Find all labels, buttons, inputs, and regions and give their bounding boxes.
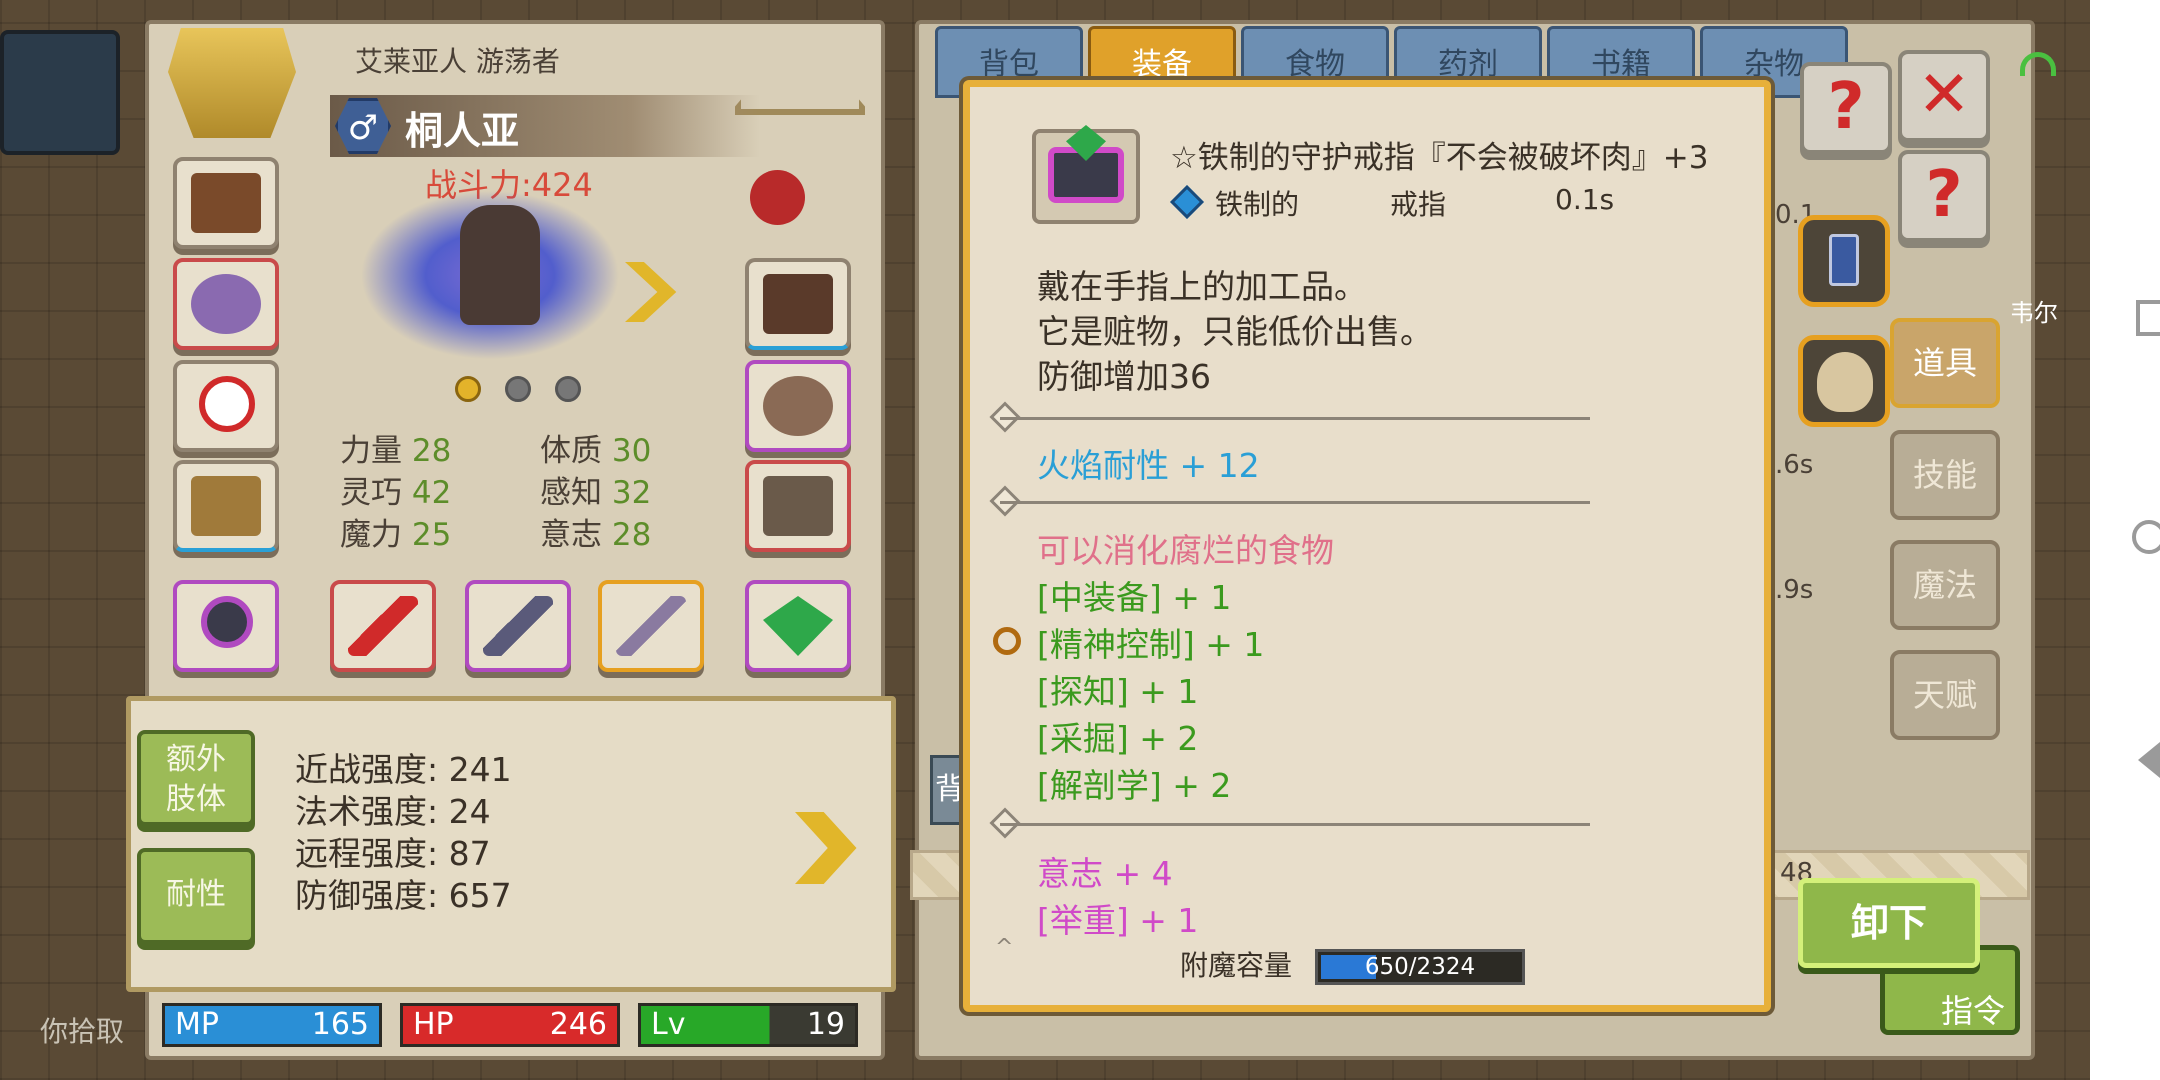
enchant-capacity-value: 650/2324 [1364, 954, 1476, 980]
slot-ring-left[interactable] [173, 580, 279, 672]
tab-magic[interactable]: 魔法 [1890, 540, 2000, 630]
hp-bar: HP 246 [400, 1003, 620, 1047]
slot-body[interactable] [173, 460, 279, 552]
slot-cloak[interactable] [745, 360, 851, 452]
spell-strength: 法术强度: 24 [295, 792, 491, 831]
lv-bar: Lv 19 [638, 1003, 858, 1047]
resistance-button[interactable]: 耐性 [137, 848, 255, 944]
divider [1000, 417, 1590, 420]
description-line-2: 它是赃物，只能低价出售。 [1037, 312, 1433, 351]
enchant-label: 附魔容量 [1180, 949, 1293, 982]
skill-bonus-5: [解剖学] + 2 [1037, 766, 1232, 805]
partial-text-3: .9s [1775, 575, 1814, 605]
attr-bonus-2: [举重] + 1 [1037, 901, 1199, 940]
stat-perception: 感知 32 [540, 475, 652, 511]
stat-will: 意志 28 [540, 517, 652, 553]
slot-empty-blocked[interactable] [173, 360, 279, 452]
character-name: 桐人亚 [405, 109, 520, 153]
special-effect: 可以消化腐烂的食物 [1037, 531, 1334, 570]
fire-resistance: 火焰耐性 + 12 [1037, 446, 1260, 485]
stat-strength: 力量 28 [340, 433, 452, 469]
scroll-up-icon[interactable]: ^ [995, 935, 1013, 960]
item-title: ☆铁制的守护戒指『不会被破坏肉』+3 [1170, 140, 1709, 176]
enchant-capacity-bar: 650/2324 [1315, 949, 1525, 985]
unequip-button[interactable]: 卸下 [1798, 878, 1980, 968]
description-line-3: 防御增加36 [1037, 357, 1211, 396]
item-tooltip: ☆铁制的守护戒指『不会被破坏肉』+3 铁制的 戒指 0.1s 戴在手指上的加工品… [963, 80, 1771, 1012]
back-icon[interactable] [2138, 742, 2160, 778]
help-button-2[interactable]: ? [1898, 150, 1990, 242]
tab-talents[interactable]: 天赋 [1890, 650, 2000, 740]
tab-skills[interactable]: 技能 [1890, 430, 2000, 520]
name-bar [330, 95, 760, 157]
attr-bonus-1: 意志 + 4 [1037, 854, 1173, 893]
mp-bar: MP 165 [162, 1003, 382, 1047]
class-line: 艾莱亚人 游荡者 [355, 45, 560, 78]
melee-strength: 近战强度: 241 [295, 750, 512, 789]
home-icon[interactable] [2132, 520, 2160, 554]
slot-ranged[interactable] [598, 580, 704, 672]
page-dot-active [455, 376, 481, 402]
blocked-icon [199, 376, 255, 432]
divider [1000, 823, 1590, 826]
skill-bonus-1: [中装备] + 1 [1037, 578, 1232, 617]
tab-items[interactable]: 道具 [1890, 318, 2000, 408]
sack-icon [1817, 352, 1873, 412]
extra-limbs-button[interactable]: 额外肢体 [137, 730, 255, 826]
quick-slot-device[interactable] [1798, 215, 1890, 307]
stat-dexterity: 灵巧 42 [340, 475, 452, 511]
recent-apps-icon[interactable] [2136, 300, 2160, 336]
page-dot [505, 376, 531, 402]
item-time: 0.1s [1555, 183, 1615, 216]
slot-head[interactable] [173, 157, 279, 249]
material-diamond-icon [1170, 185, 1204, 219]
skill-ring-icon [993, 627, 1021, 655]
item-icon-box [1032, 125, 1140, 224]
pickup-message: 你拾取 [40, 1015, 125, 1048]
page-dots [455, 376, 605, 406]
partial-text-2: .6s [1775, 450, 1814, 480]
skill-bonus-2: [精神控制] + 1 [1037, 625, 1265, 664]
device-icon [1829, 234, 1859, 286]
item-type: 戒指 [1390, 188, 1447, 221]
quick-slot-sack[interactable] [1798, 335, 1890, 427]
stat-constitution: 体质 30 [540, 433, 652, 469]
slot-weapon-off[interactable] [465, 580, 571, 672]
item-material: 铁制的 [1215, 188, 1300, 221]
slot-feet[interactable] [745, 460, 851, 552]
slot-weapon-main[interactable] [330, 580, 436, 672]
close-button[interactable]: ✕ [1898, 50, 1990, 142]
skill-bonus-3: [探知] + 1 [1037, 672, 1199, 711]
slot-ring-right[interactable] [745, 580, 851, 672]
divider [1000, 501, 1590, 504]
red-orb-icon [750, 170, 805, 225]
partial-text-5: 韦尔 [2010, 299, 2058, 327]
character-sprite [460, 205, 540, 325]
defense-strength: 防御强度: 657 [295, 876, 512, 915]
description-line-1: 戴在手指上的加工品。 [1037, 267, 1367, 306]
status-bars: MP 165 HP 246 Lv 19 [150, 995, 870, 1055]
player-portrait[interactable] [0, 30, 120, 155]
slot-neck[interactable] [173, 258, 279, 350]
skill-bonus-4: [采掘] + 2 [1037, 719, 1199, 758]
stat-magic: 魔力 25 [340, 517, 452, 553]
page-dot [555, 376, 581, 402]
help-button[interactable]: ? [1800, 62, 1892, 154]
slot-hands[interactable] [745, 258, 851, 350]
ranged-strength: 远程强度: 87 [295, 834, 491, 873]
